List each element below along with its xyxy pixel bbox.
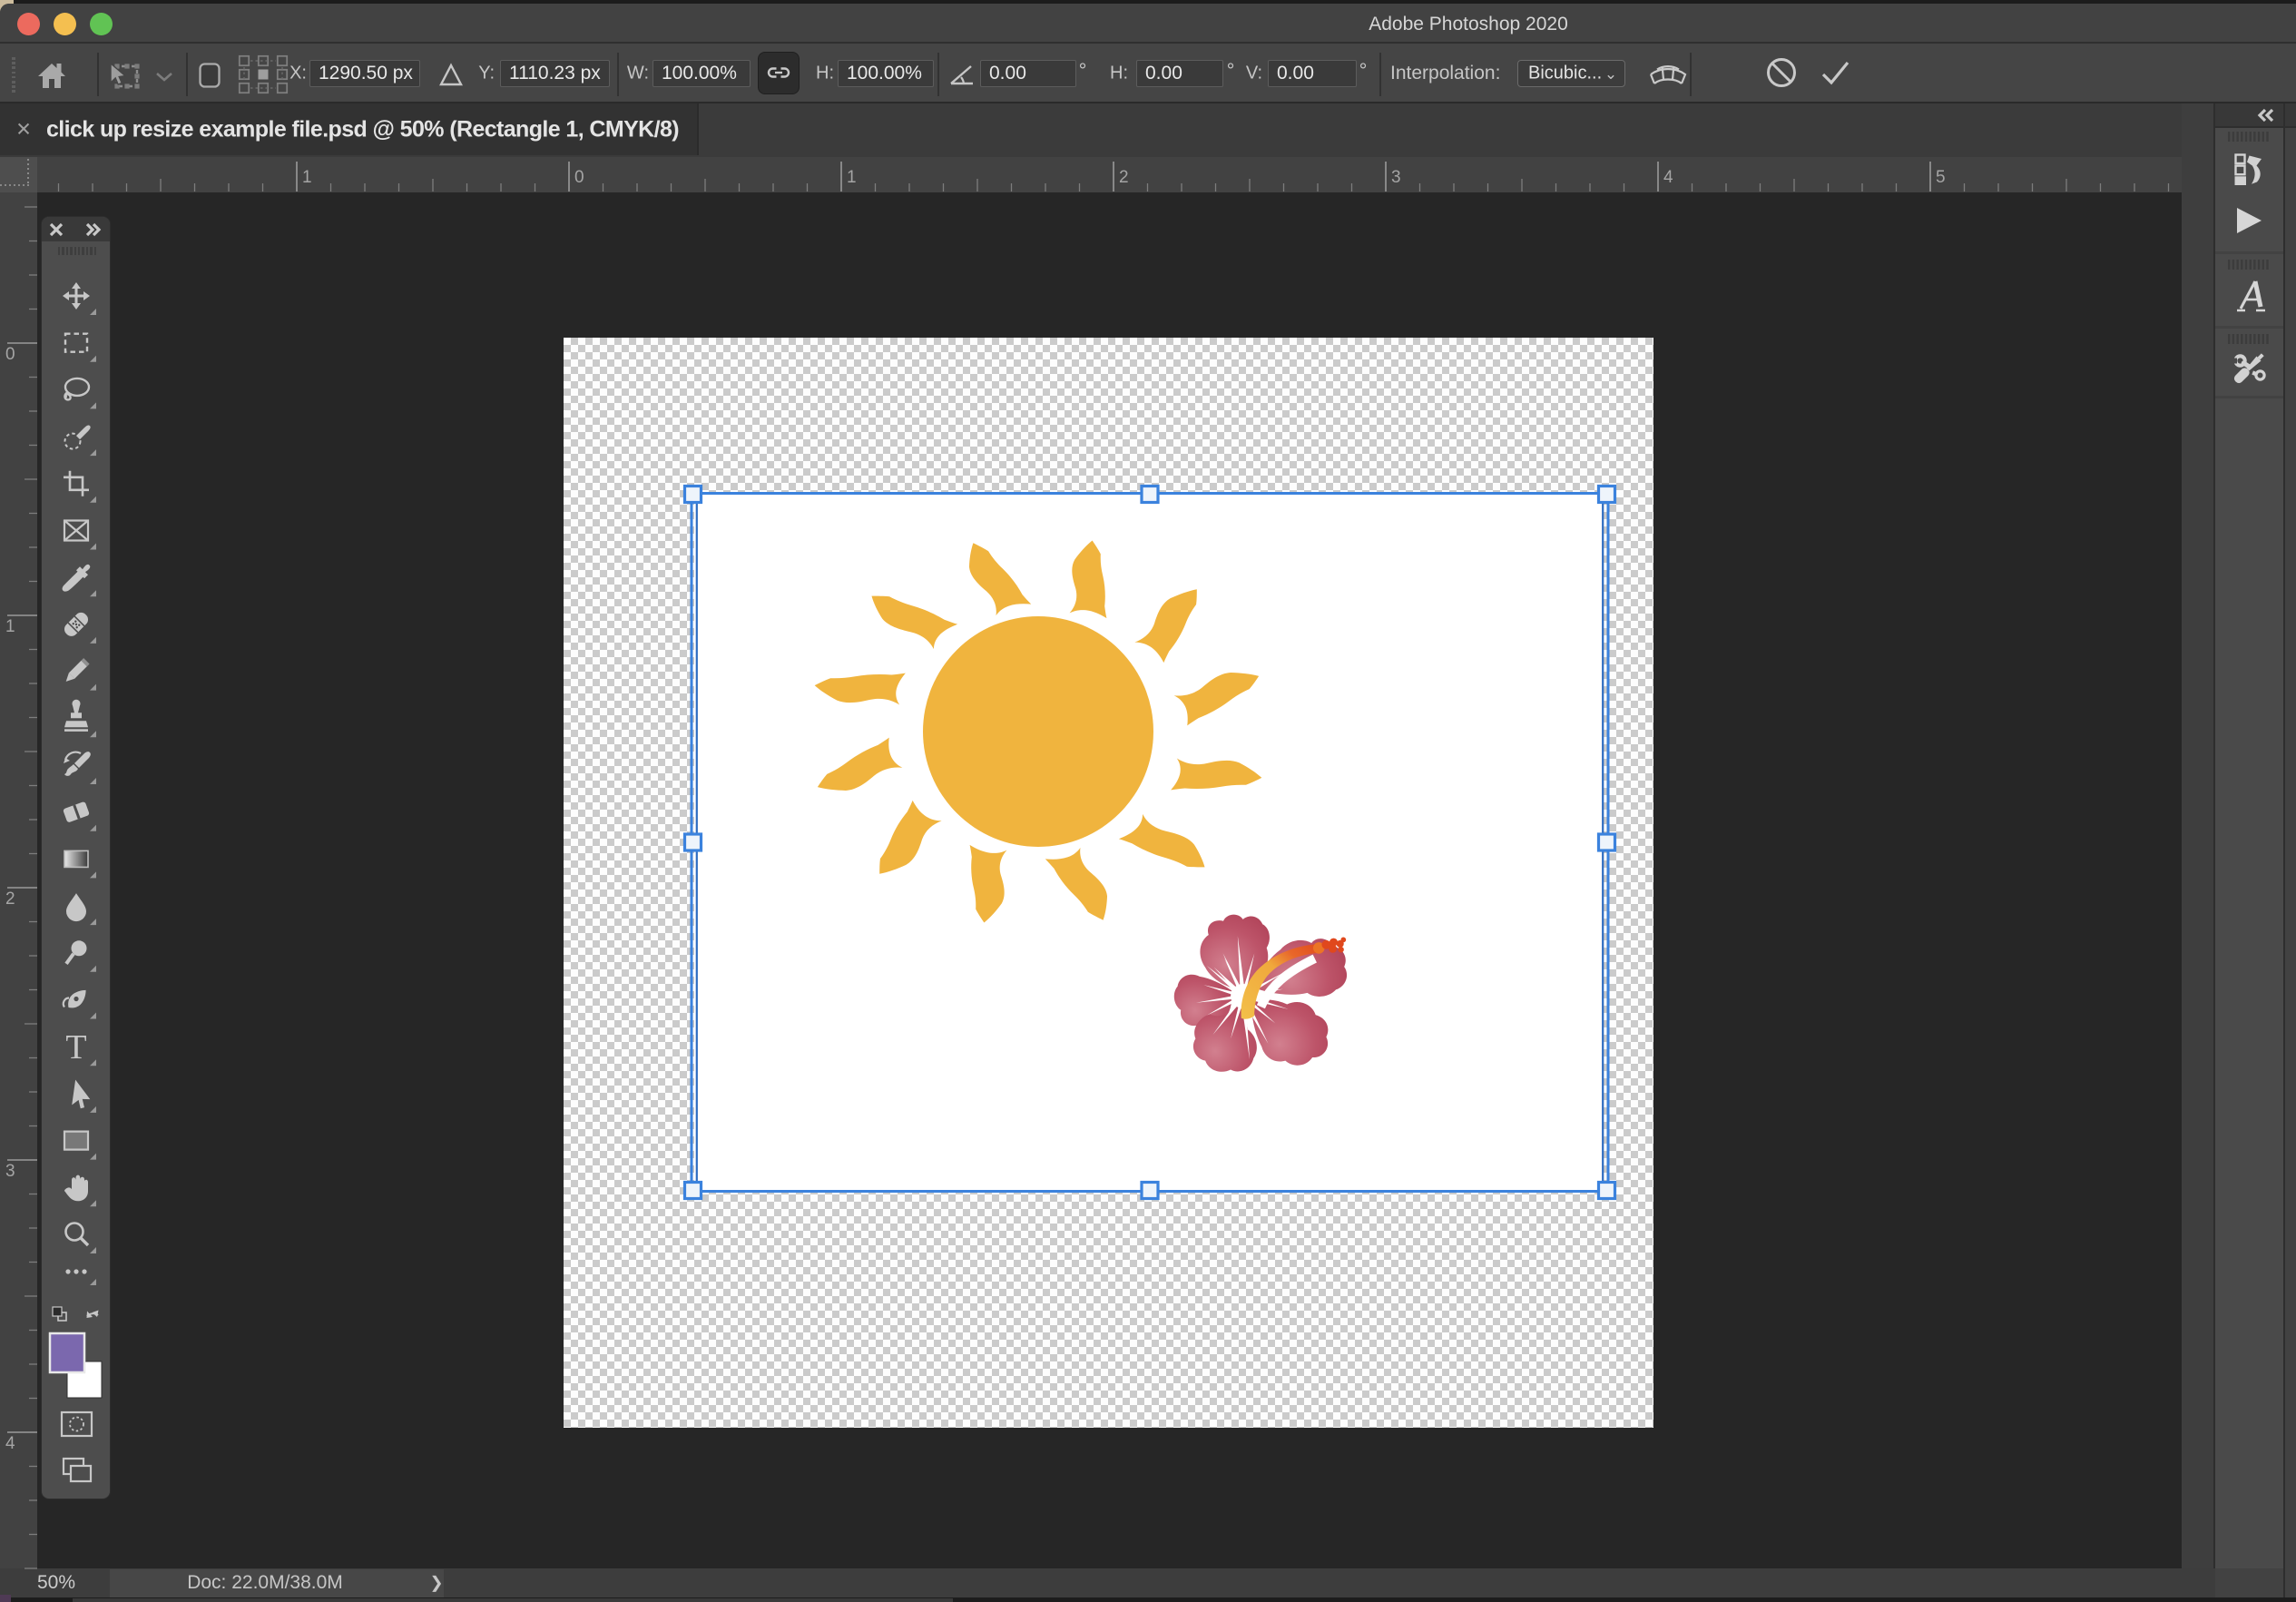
svg-text:1: 1 bbox=[302, 168, 312, 187]
svg-text:3: 3 bbox=[5, 1162, 15, 1181]
svg-text:0: 0 bbox=[5, 345, 15, 364]
svg-text:1: 1 bbox=[847, 168, 857, 187]
svg-text:T: T bbox=[65, 1028, 86, 1066]
svg-text:3: 3 bbox=[1391, 168, 1401, 187]
svg-text:4: 4 bbox=[1663, 168, 1673, 187]
svg-text:0: 0 bbox=[574, 168, 584, 187]
svg-text:4: 4 bbox=[5, 1434, 15, 1453]
svg-text:2: 2 bbox=[1119, 168, 1129, 187]
svg-text:1: 1 bbox=[5, 617, 15, 636]
svg-text:5: 5 bbox=[1936, 168, 1946, 187]
svg-text:2: 2 bbox=[5, 889, 15, 909]
